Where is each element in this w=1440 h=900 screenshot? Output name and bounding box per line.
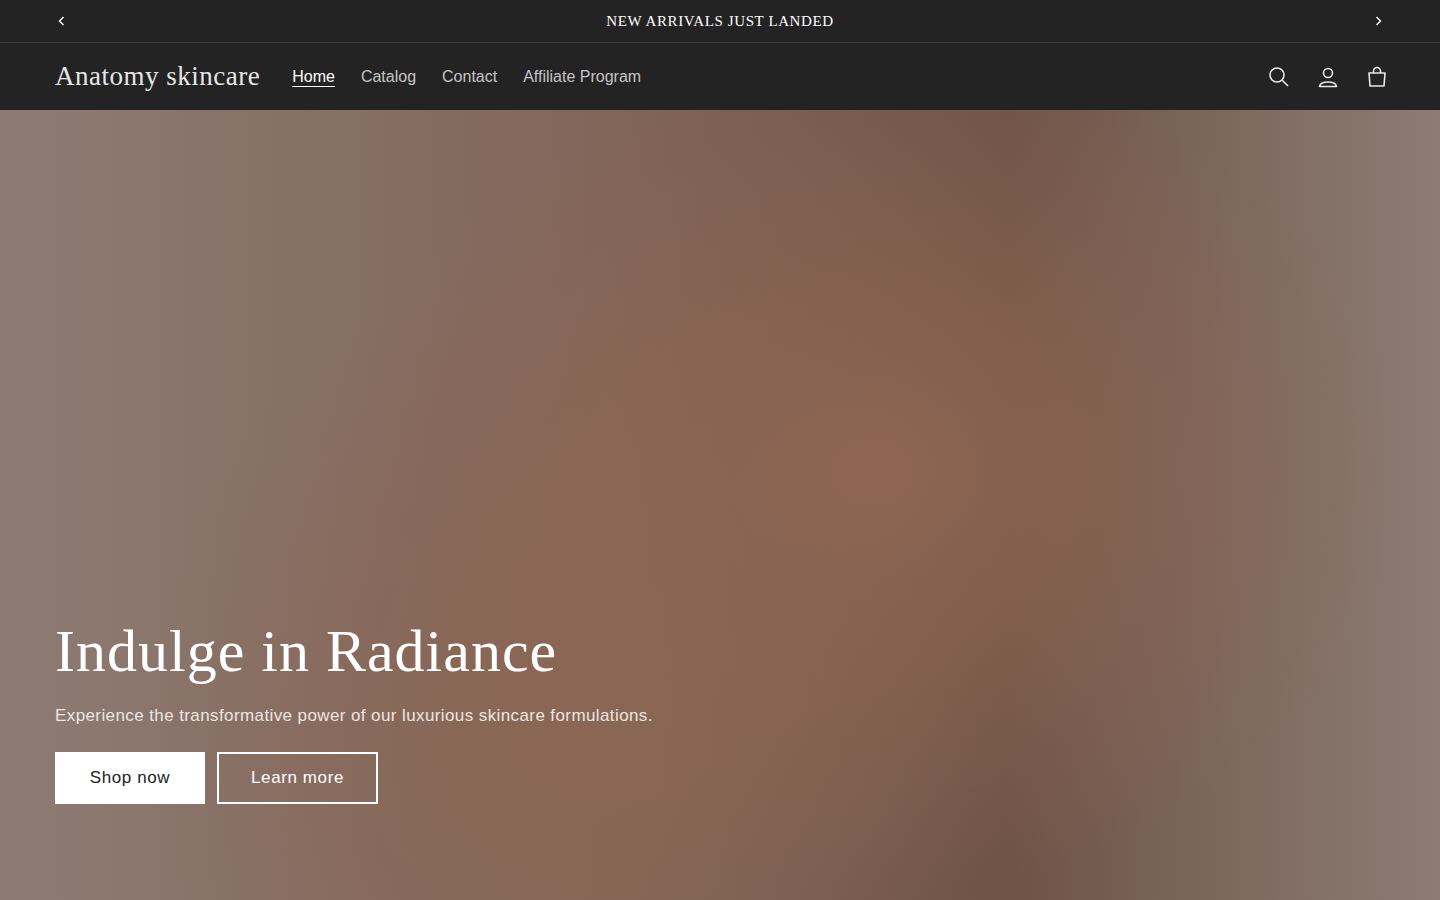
previous-announcement-button[interactable] (50, 9, 74, 33)
hero-banner: Indulge in Radiance Experience the transf… (0, 110, 1440, 900)
cart-button[interactable] (1363, 63, 1390, 90)
next-announcement-button[interactable] (1366, 9, 1390, 33)
nav-item[interactable]: Home (292, 68, 335, 86)
nav-item[interactable]: Catalog (361, 68, 416, 86)
announcement-text: NEW ARRIVALS JUST LANDED (606, 13, 833, 30)
account-icon (1316, 65, 1340, 89)
chevron-right-icon (1372, 15, 1384, 27)
hero-button[interactable]: Learn more (217, 752, 378, 804)
main-nav: Home Catalog Contact Affiliate Program (292, 68, 641, 86)
search-icon (1267, 65, 1291, 89)
search-button[interactable] (1265, 63, 1292, 90)
hero-button[interactable]: Shop now (55, 752, 205, 804)
nav-item[interactable]: Affiliate Program (523, 68, 641, 86)
announcement-bar: NEW ARRIVALS JUST LANDED (0, 0, 1440, 43)
page: NEW ARRIVALS JUST LANDED Anatomy skincare… (0, 0, 1440, 900)
account-button[interactable] (1314, 63, 1341, 90)
cart-icon (1365, 65, 1389, 89)
hero-heading: Indulge in Radiance (55, 618, 1440, 684)
nav-item[interactable]: Contact (442, 68, 497, 86)
chevron-left-icon (56, 15, 68, 27)
logo[interactable]: Anatomy skincare (55, 61, 260, 92)
hero-subtitle: Experience the transformative power of o… (55, 706, 1440, 726)
site-header: Anatomy skincare Home Catalog Contact Affili… (0, 43, 1440, 110)
